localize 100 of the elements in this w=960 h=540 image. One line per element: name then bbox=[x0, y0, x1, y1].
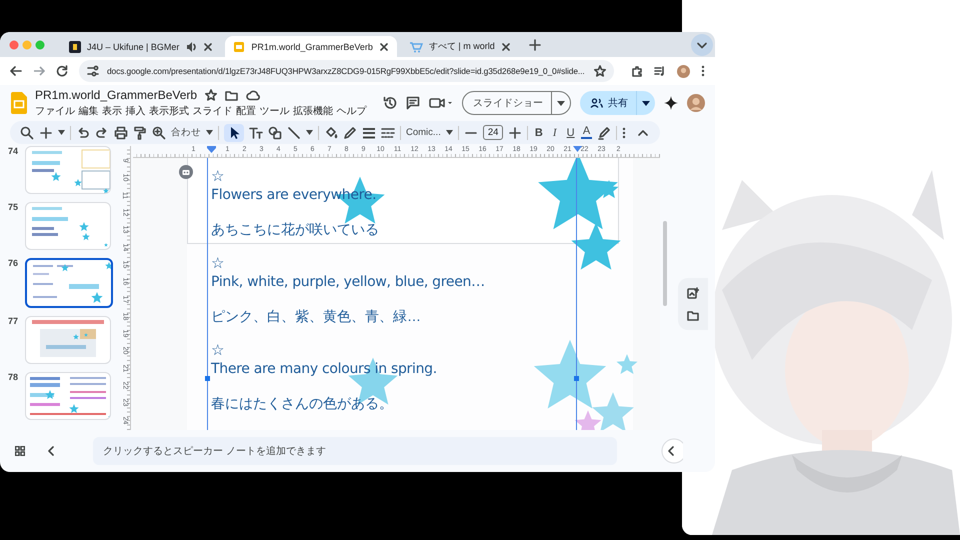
comment-icon[interactable] bbox=[406, 96, 420, 110]
slide-number: 78 bbox=[8, 372, 19, 382]
undo-icon[interactable] bbox=[76, 126, 90, 140]
close-icon[interactable] bbox=[378, 42, 389, 52]
new-tab-icon[interactable] bbox=[528, 38, 541, 50]
format-button[interactable]: I bbox=[549, 126, 560, 138]
camera-icon[interactable] bbox=[429, 97, 453, 109]
line-icon[interactable] bbox=[287, 126, 301, 140]
grid-view-icon[interactable] bbox=[15, 446, 25, 456]
shape-icon[interactable] bbox=[268, 126, 282, 140]
extensions-icon[interactable] bbox=[631, 65, 643, 77]
pointer-icon[interactable] bbox=[224, 124, 244, 142]
slide-thumbnail[interactable] bbox=[25, 258, 113, 308]
more-icon[interactable] bbox=[622, 126, 626, 140]
pen-icon[interactable] bbox=[343, 126, 357, 140]
format-button[interactable]: U bbox=[565, 126, 576, 138]
slide-text: There are many colours in spring. bbox=[211, 360, 437, 379]
back-icon[interactable] bbox=[10, 65, 22, 77]
text-box-icon[interactable] bbox=[249, 126, 263, 140]
border-dash-icon[interactable] bbox=[381, 126, 395, 140]
robot-icon[interactable] bbox=[179, 165, 193, 179]
indent-marker[interactable] bbox=[573, 146, 582, 153]
star-icon[interactable] bbox=[205, 89, 218, 101]
scrollbar[interactable] bbox=[663, 221, 667, 306]
slide-text: ピンク、白、紫、黄色、青、緑… bbox=[211, 307, 421, 326]
slide-text: あちこちに花が咲いている bbox=[211, 220, 379, 239]
selection-frame[interactable] bbox=[207, 158, 577, 430]
browser-tab[interactable]: PR1m.world_GrammerBeVerb bbox=[225, 36, 397, 57]
tab-search-icon[interactable] bbox=[691, 34, 713, 56]
menu-item[interactable]: 拡張機能 bbox=[293, 104, 333, 118]
star-mark: ☆ bbox=[211, 341, 224, 359]
redo-icon[interactable] bbox=[95, 126, 109, 140]
font-size-field[interactable]: 24 bbox=[482, 125, 504, 140]
caret-icon[interactable] bbox=[306, 130, 313, 135]
caret-icon[interactable] bbox=[557, 100, 565, 106]
border-weight-icon[interactable] bbox=[362, 126, 376, 140]
people-icon[interactable] bbox=[590, 98, 603, 108]
font-dropdown[interactable]: Comic... bbox=[406, 127, 441, 138]
browser-tab[interactable]: J4U – Ukifune | BGMer bbox=[61, 36, 222, 57]
folder-icon[interactable] bbox=[225, 90, 238, 100]
format-button[interactable]: A bbox=[581, 126, 592, 139]
paint-format-icon[interactable] bbox=[133, 126, 147, 140]
address-bar[interactable]: docs.google.com/presentation/d/1lgzE73rJ48FUQ3HPW3arxzZ8CDG9-015RgF99XbbE5c/edit?slide=id.g35d268e9e19_0_0#slide... bbox=[79, 60, 614, 82]
cart-icon bbox=[408, 40, 423, 52]
chevron-left-icon[interactable] bbox=[47, 446, 55, 456]
menu-item[interactable]: 表示形式 bbox=[149, 104, 189, 118]
slide-number: 74 bbox=[8, 146, 19, 156]
fill-color-icon[interactable] bbox=[324, 126, 338, 140]
resize-handle[interactable] bbox=[205, 376, 210, 381]
star-icon[interactable] bbox=[594, 65, 606, 77]
menu-item[interactable]: 挿入 bbox=[126, 104, 146, 118]
profile-avatar[interactable] bbox=[677, 64, 690, 78]
slide-text: Pink, white, purple, yellow, blue, green… bbox=[211, 273, 485, 292]
menu-item[interactable]: スライド bbox=[192, 104, 232, 118]
image-icon[interactable] bbox=[687, 287, 699, 299]
menu-item[interactable]: 配置 bbox=[236, 104, 256, 118]
media-icon[interactable] bbox=[654, 65, 666, 77]
slide-number: 76 bbox=[8, 258, 19, 268]
sparkle-icon[interactable] bbox=[664, 96, 678, 110]
notes-field[interactable]: クリックするとスピーカー ノートを追加できます bbox=[93, 437, 617, 465]
menu-icon[interactable] bbox=[701, 65, 705, 77]
plus-icon[interactable] bbox=[508, 126, 522, 140]
reload-icon[interactable] bbox=[56, 65, 68, 77]
cloud-icon[interactable] bbox=[246, 90, 260, 100]
site-settings-icon[interactable] bbox=[87, 65, 99, 77]
folder-icon[interactable] bbox=[687, 310, 699, 321]
menu-item[interactable]: ファイル bbox=[35, 104, 75, 118]
highlighter-icon[interactable] bbox=[596, 126, 611, 140]
format-button[interactable]: B bbox=[533, 126, 544, 138]
speaker-icon[interactable] bbox=[185, 40, 198, 52]
menu-item[interactable]: 編集 bbox=[78, 104, 98, 118]
caret-icon[interactable] bbox=[58, 130, 65, 135]
caret-icon[interactable] bbox=[446, 130, 453, 135]
document-title[interactable]: PR1m.world_GrammerBeVerb bbox=[35, 88, 198, 102]
menu-item[interactable]: ヘルプ bbox=[336, 104, 366, 118]
slide-text: 春にはたくさんの色がある。 bbox=[211, 394, 393, 413]
close-icon[interactable] bbox=[500, 42, 511, 52]
forward-icon[interactable] bbox=[33, 65, 45, 77]
close-icon[interactable] bbox=[203, 42, 214, 52]
star-mark: ☆ bbox=[211, 254, 224, 272]
menu-item[interactable]: 表示 bbox=[102, 104, 122, 118]
star-shape bbox=[615, 352, 639, 376]
indent-marker[interactable] bbox=[207, 146, 216, 153]
browser-tab[interactable]: すべて | m world bbox=[400, 36, 519, 57]
star-mark: ☆ bbox=[211, 167, 224, 185]
slide-number: 77 bbox=[8, 316, 19, 326]
caret-icon[interactable] bbox=[642, 100, 650, 106]
menu-item[interactable]: ツール bbox=[260, 104, 290, 118]
zoom-dropdown[interactable]: 合わせ bbox=[171, 126, 201, 139]
history-icon[interactable] bbox=[383, 96, 397, 110]
profile-avatar[interactable] bbox=[687, 94, 705, 112]
slides-icon bbox=[233, 40, 246, 52]
search-icon[interactable] bbox=[20, 126, 34, 140]
zoom-icon[interactable] bbox=[152, 126, 166, 140]
slide-number: 75 bbox=[8, 202, 19, 212]
app-icon bbox=[69, 40, 81, 52]
caret-icon[interactable] bbox=[206, 130, 213, 135]
resize-handle[interactable] bbox=[574, 376, 579, 381]
print-icon[interactable] bbox=[114, 126, 128, 140]
plus-icon[interactable] bbox=[39, 126, 53, 140]
